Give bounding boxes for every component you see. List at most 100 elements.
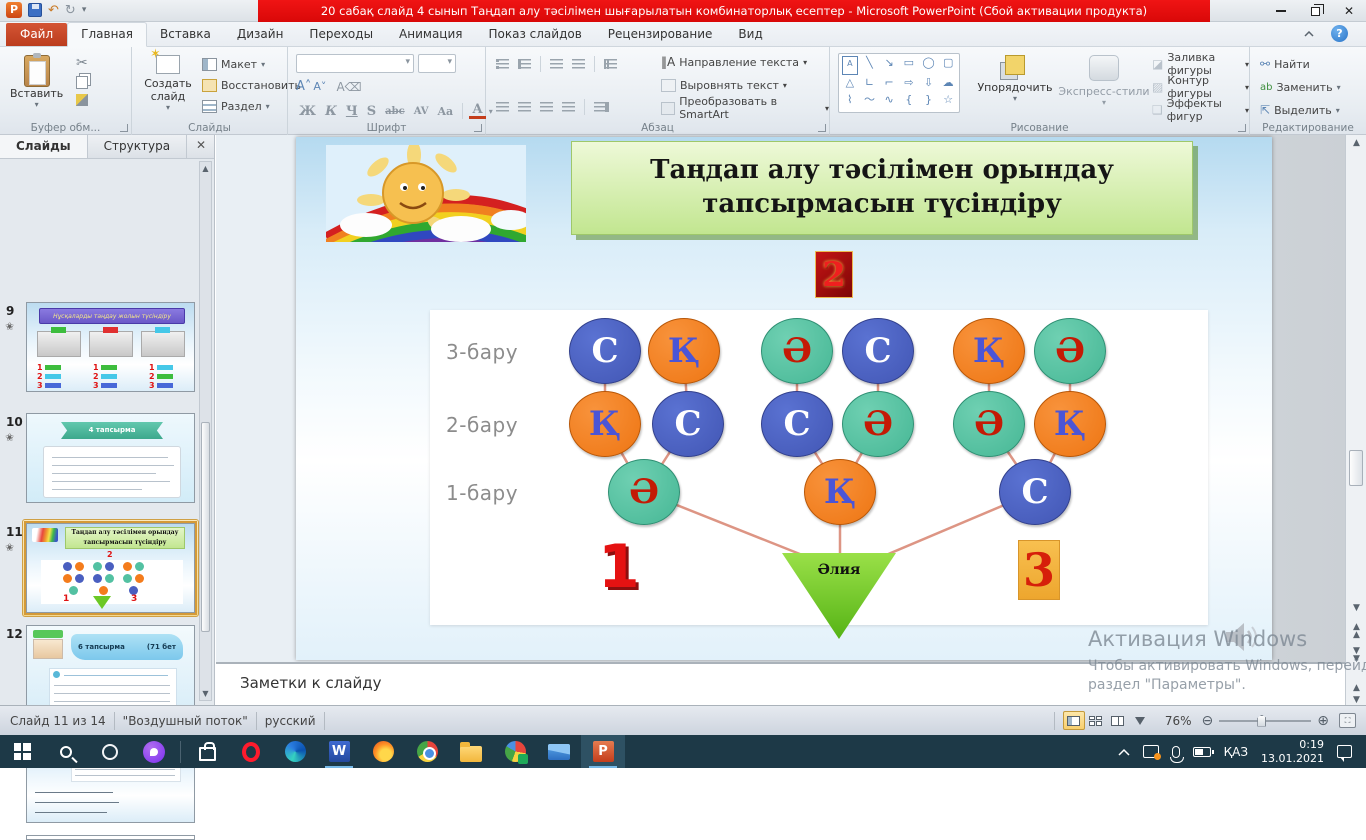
underline-button[interactable]: Ч <box>343 104 361 119</box>
save-icon[interactable] <box>28 3 42 17</box>
slide-title-box[interactable]: Таңдап алу тәсілімен орындау тапсырмасын… <box>571 141 1193 235</box>
tab-animation[interactable]: Анимация <box>386 23 475 46</box>
opera-icon[interactable] <box>229 735 273 768</box>
panel-scroll-thumb[interactable] <box>201 422 210 632</box>
diagram-box[interactable]: 3-бару 2-бару 1-бару С Қ Ә С Қ Ә Қ С С Ә… <box>430 310 1208 639</box>
layout-button[interactable]: Макет ▾ <box>202 55 301 73</box>
quick-styles-button[interactable]: Экспресс-стили ▾ <box>1058 55 1150 107</box>
animation-star-icon[interactable]: ✬ <box>5 431 14 444</box>
select-button[interactable]: ⇱ Выделить ▾ <box>1260 101 1341 119</box>
minimize-button[interactable] <box>1264 1 1298 21</box>
bold-button[interactable]: Ж <box>296 104 319 119</box>
format-painter-icon[interactable] <box>76 94 88 106</box>
edge-icon[interactable] <box>273 735 317 768</box>
tray-expand-icon[interactable] <box>1118 748 1130 756</box>
tab-view[interactable]: Вид <box>725 23 775 46</box>
grow-font-icon[interactable]: A˄ <box>296 79 311 94</box>
google-app-icon[interactable] <box>493 735 537 768</box>
drawing-dialog-launcher-icon[interactable] <box>1238 124 1246 132</box>
panel-close-icon[interactable]: ✕ <box>188 135 214 158</box>
word-icon[interactable]: W <box>317 735 361 768</box>
tree-node[interactable]: Ә <box>1034 318 1106 384</box>
scroll-thumb[interactable] <box>1349 450 1363 486</box>
shape-effects-button[interactable]: ❑ Эффекты фигур ▾ <box>1152 97 1249 123</box>
shape-fill-button[interactable]: ◪ Заливка фигуры ▾ <box>1152 51 1249 77</box>
shape-star-icon[interactable]: ☆ <box>940 93 956 110</box>
shape-cloud-icon[interactable]: ☁ <box>940 76 956 93</box>
slide-sorter-view-button[interactable] <box>1085 711 1107 730</box>
tree-node[interactable]: С <box>569 318 641 384</box>
sync-notification-icon[interactable] <box>1142 745 1161 760</box>
zoom-out-icon[interactable]: ⊖ <box>1202 713 1214 729</box>
find-button[interactable]: ⚯ Найти <box>1260 55 1341 73</box>
badge-number-2[interactable]: 2 <box>815 251 853 298</box>
character-spacing-button[interactable]: AV <box>411 106 432 117</box>
font-size-input[interactable] <box>418 54 456 73</box>
tree-node[interactable]: С <box>652 391 724 457</box>
shape-brace-left-icon[interactable]: { <box>901 93 917 110</box>
tree-node[interactable]: С <box>842 318 914 384</box>
start-button[interactable] <box>0 735 44 768</box>
keyboard-language[interactable]: ҚАЗ <box>1224 745 1248 759</box>
cortana-icon[interactable] <box>88 735 132 768</box>
copy-icon[interactable] <box>76 76 88 89</box>
tree-node[interactable]: С <box>761 391 833 457</box>
number-1[interactable]: 1 <box>598 532 640 602</box>
text-direction-button[interactable]: ‖A Направление текста ▾ <box>661 53 829 71</box>
increase-indent-icon[interactable] <box>572 59 585 69</box>
clear-format-icon[interactable]: A⌫ <box>336 80 361 94</box>
tree-node[interactable]: Қ <box>804 459 876 525</box>
tab-home[interactable]: Главная <box>67 22 147 47</box>
animation-star-icon[interactable]: ✬ <box>5 320 14 333</box>
notes-scroll-down-icon[interactable]: ▼ <box>1346 695 1366 705</box>
tab-design[interactable]: Дизайн <box>224 23 297 46</box>
font-color-button[interactable]: А <box>469 103 486 119</box>
decrease-indent-icon[interactable] <box>550 59 563 69</box>
tree-node[interactable]: Ә <box>842 391 914 457</box>
align-left-icon[interactable] <box>496 102 509 112</box>
panel-scrollbar[interactable]: ▲ ▼ <box>199 161 212 701</box>
shape-ellipse-icon[interactable]: ◯ <box>921 56 937 75</box>
reading-view-button[interactable] <box>1107 711 1129 730</box>
shape-scribble-icon[interactable]: ⌇ <box>842 93 858 110</box>
powerpoint-app-icon[interactable]: P <box>6 2 22 18</box>
search-button[interactable] <box>44 735 88 768</box>
align-right-icon[interactable] <box>540 102 553 112</box>
thumbnail-slide-14[interactable] <box>0 835 198 840</box>
replace-button[interactable]: ab Заменить ▾ <box>1260 78 1341 96</box>
change-case-button[interactable]: Aa <box>435 105 457 118</box>
tree-node[interactable]: Ә <box>761 318 833 384</box>
battery-icon[interactable] <box>1192 746 1214 757</box>
microphone-icon[interactable] <box>1169 745 1184 763</box>
shape-curve-icon[interactable]: ～ <box>862 93 878 110</box>
shape-roundrect-icon[interactable]: ▢ <box>940 56 956 75</box>
shrink-font-icon[interactable]: A˅ <box>313 80 326 93</box>
shape-wave-icon[interactable]: ∿ <box>881 93 897 110</box>
cut-icon[interactable]: ✂ <box>76 55 88 71</box>
qat-customize-icon[interactable]: ▾ <box>82 5 87 15</box>
number-3[interactable]: 3 <box>1018 540 1060 600</box>
italic-button[interactable]: К <box>322 104 340 119</box>
numbering-icon[interactable] <box>518 59 531 69</box>
tree-node[interactable]: Қ <box>953 318 1025 384</box>
scroll-up-icon[interactable]: ▲ <box>1346 138 1366 148</box>
ribbon-collapse-icon[interactable] <box>1298 26 1320 42</box>
notes-placeholder[interactable]: Заметки к слайду <box>240 674 382 692</box>
text-shadow-button[interactable]: S <box>364 104 379 119</box>
shape-triangle-icon[interactable]: △ <box>842 76 858 93</box>
shape-brace-right-icon[interactable]: } <box>921 93 937 110</box>
paragraph-dialog-launcher-icon[interactable] <box>818 124 826 132</box>
action-center-icon[interactable] <box>1337 745 1352 762</box>
align-center-icon[interactable] <box>518 102 531 112</box>
chrome-icon[interactable] <box>405 735 449 768</box>
tab-slideshow[interactable]: Показ слайдов <box>476 23 595 46</box>
store-icon[interactable] <box>185 735 229 768</box>
tab-insert[interactable]: Вставка <box>147 23 224 46</box>
tree-node[interactable]: Қ <box>648 318 720 384</box>
redo-icon[interactable]: ↻ <box>65 3 76 18</box>
shape-line-icon[interactable]: ╲ <box>862 56 878 75</box>
file-explorer-icon[interactable] <box>449 735 493 768</box>
tab-review[interactable]: Рецензирование <box>595 23 726 46</box>
clipboard-dialog-launcher-icon[interactable] <box>120 124 128 132</box>
tree-node[interactable]: С <box>999 459 1071 525</box>
